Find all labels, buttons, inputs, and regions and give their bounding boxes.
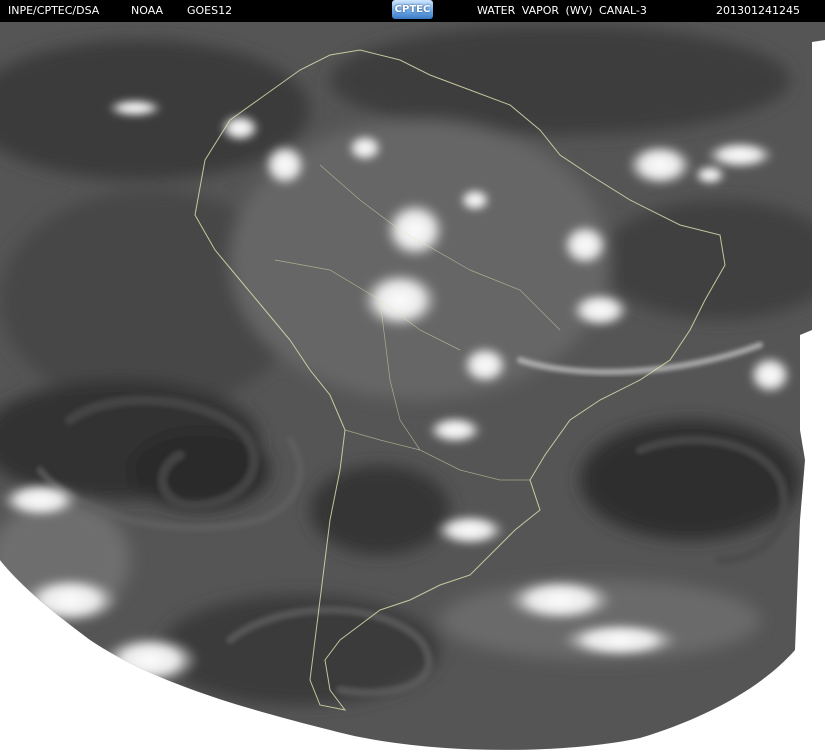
timestamp-label: 201301241245 [716,4,800,17]
imagery-disk [0,22,825,750]
water-vapor-map [0,22,825,755]
cptec-logo-icon: CPTEC [392,0,433,19]
agency-label: INPE/CPTEC/DSA [8,4,100,17]
header-bar: INPE/CPTEC/DSA NOAA GOES12 CPTEC WATER V… [0,0,825,22]
noaa-label: NOAA [131,4,164,17]
satellite-label: GOES12 [187,4,233,17]
product-label: WATER VAPOR (WV) CANAL-3 [477,4,647,17]
